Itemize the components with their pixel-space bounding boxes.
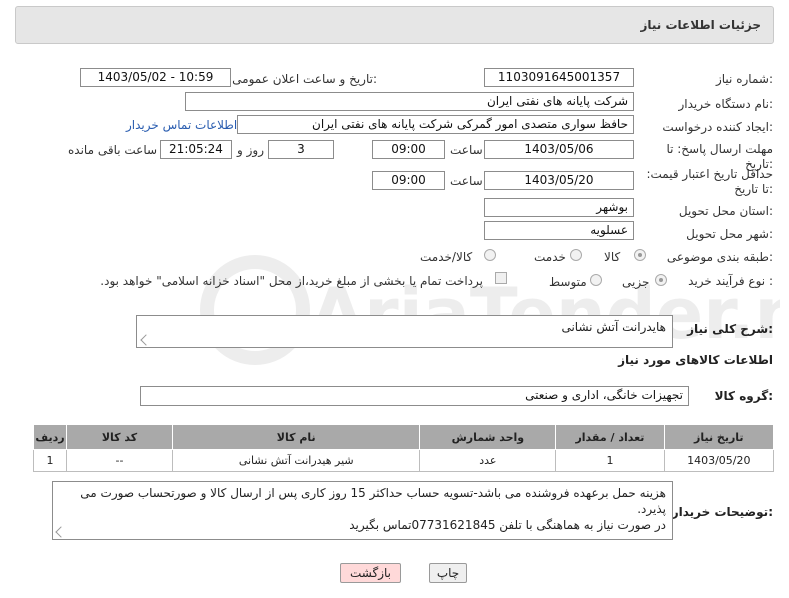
col-code-header: کد کالا — [65, 424, 174, 450]
goods-group-field: تجهیزات خانگی، اداری و صنعتی — [140, 386, 689, 406]
requester-label: ایجاد کننده درخواست: — [662, 120, 773, 134]
reply-date-field: 1403/05/06 — [484, 140, 634, 159]
goods-table: ردیف کد کالا نام کالا واحد شمارش تعداد /… — [33, 424, 775, 472]
validity-time-field: 09:00 — [372, 171, 445, 190]
goods-group-label: گروه کالا: — [714, 389, 773, 403]
page-title: جزئیات اطلاعات نیاز — [640, 18, 761, 32]
day-and-label: روز و — [237, 143, 264, 157]
cell-code: -- — [65, 449, 174, 472]
remaining-time-field: 21:05:24 — [160, 140, 232, 159]
buyer-notes-label: توضیحات خریدار: — [671, 505, 773, 519]
need-number-label: شماره نیاز: — [715, 72, 773, 86]
announce-datetime-field: 1403/05/02 - 10:59 — [80, 68, 231, 87]
category-goods-label: کالا — [604, 250, 621, 264]
watermark-logo: AriaTender.net — [200, 255, 780, 365]
category-service-label: خدمت — [534, 250, 566, 264]
general-desc-label: شرح کلی نیاز: — [687, 322, 773, 336]
validity-time-label: ساعت — [450, 174, 483, 188]
purchase-type-label: نوع فرآیند خرید : — [688, 274, 773, 288]
purchase-minor-label: جزیی — [622, 275, 650, 289]
reply-time-field: 09:00 — [372, 140, 445, 159]
general-desc-textarea[interactable]: هایدرانت آتش نشانی — [136, 315, 673, 348]
province-field: بوشهر — [484, 198, 634, 217]
purchase-medium-label: متوسط — [549, 275, 587, 289]
print-button[interactable]: چاپ — [429, 563, 467, 583]
announce-datetime-label: تاریخ و ساعت اعلان عمومی: — [232, 72, 377, 86]
buyer-notes-line1: هزینه حمل برعهده فروشنده می باشد-تسویه ح… — [80, 486, 666, 516]
treasury-payment-checkbox[interactable] — [495, 272, 507, 284]
treasury-payment-note: پرداخت تمام یا بخشی از مبلغ خرید،از محل … — [100, 274, 483, 288]
category-goods-radio[interactable] — [634, 249, 646, 261]
buyer-contact-link[interactable]: اطلاعات تماس خریدار — [126, 118, 237, 132]
buyer-notes-line2: در صورت نیاز به هماهنگی با تلفن 07731621… — [349, 518, 666, 532]
category-goods-service-radio[interactable] — [484, 249, 496, 261]
cell-unit: عدد — [419, 449, 557, 472]
reply-time-label: ساعت — [450, 143, 483, 157]
reply-days-field: 3 — [268, 140, 334, 159]
price-validity-label: حداقل تاریخ اعتبار قیمت: تا تاریخ: — [646, 167, 773, 196]
buyer-notes-textarea[interactable]: هزینه حمل برعهده فروشنده می باشد-تسویه ح… — [52, 481, 673, 540]
cell-name: شیر هیدرانت آتش نشانی — [172, 449, 421, 472]
col-unit-header: واحد شمارش — [419, 424, 557, 450]
city-label: شهر محل تحویل: — [686, 227, 773, 241]
category-label: طبقه بندی موضوعی: — [666, 250, 773, 264]
goods-table-header-row: ردیف کد کالا نام کالا واحد شمارش تعداد /… — [33, 424, 775, 450]
need-number-field: 1103091645001357 — [484, 68, 634, 87]
purchase-medium-radio[interactable] — [590, 274, 602, 286]
col-qty-header: تعداد / مقدار — [555, 424, 665, 450]
buyer-org-field: شرکت پایانه های نفتی ایران — [185, 92, 634, 111]
cell-qty: 1 — [555, 449, 665, 472]
col-name-header: نام کالا — [172, 424, 421, 450]
col-row-header: ردیف — [33, 424, 67, 450]
back-button[interactable]: بازگشت — [340, 563, 401, 583]
city-field: عسلویه — [484, 221, 634, 240]
province-label: استان محل تحویل: — [678, 204, 773, 218]
buyer-org-label: نام دستگاه خریدار: — [678, 97, 774, 111]
table-row: 1 -- شیر هیدرانت آتش نشانی عدد 1 1403/05… — [33, 449, 775, 472]
category-goods-service-label: کالا/خدمت — [420, 250, 473, 264]
validity-date-field: 1403/05/20 — [484, 171, 634, 190]
category-service-radio[interactable] — [570, 249, 582, 261]
col-date-header: تاریخ نیاز — [663, 424, 775, 450]
general-desc-text: هایدرانت آتش نشانی — [561, 320, 666, 334]
requester-field: حافظ سواری متصدی امور گمرکی شرکت پایانه … — [237, 115, 634, 134]
purchase-minor-radio[interactable] — [655, 274, 667, 286]
header-panel: جزئیات اطلاعات نیاز — [15, 6, 774, 44]
cell-row: 1 — [33, 449, 67, 472]
remaining-label: ساعت باقی مانده — [68, 143, 158, 157]
cell-date: 1403/05/20 — [663, 449, 775, 472]
goods-info-heading: اطلاعات کالاهای مورد نیاز — [618, 353, 773, 367]
